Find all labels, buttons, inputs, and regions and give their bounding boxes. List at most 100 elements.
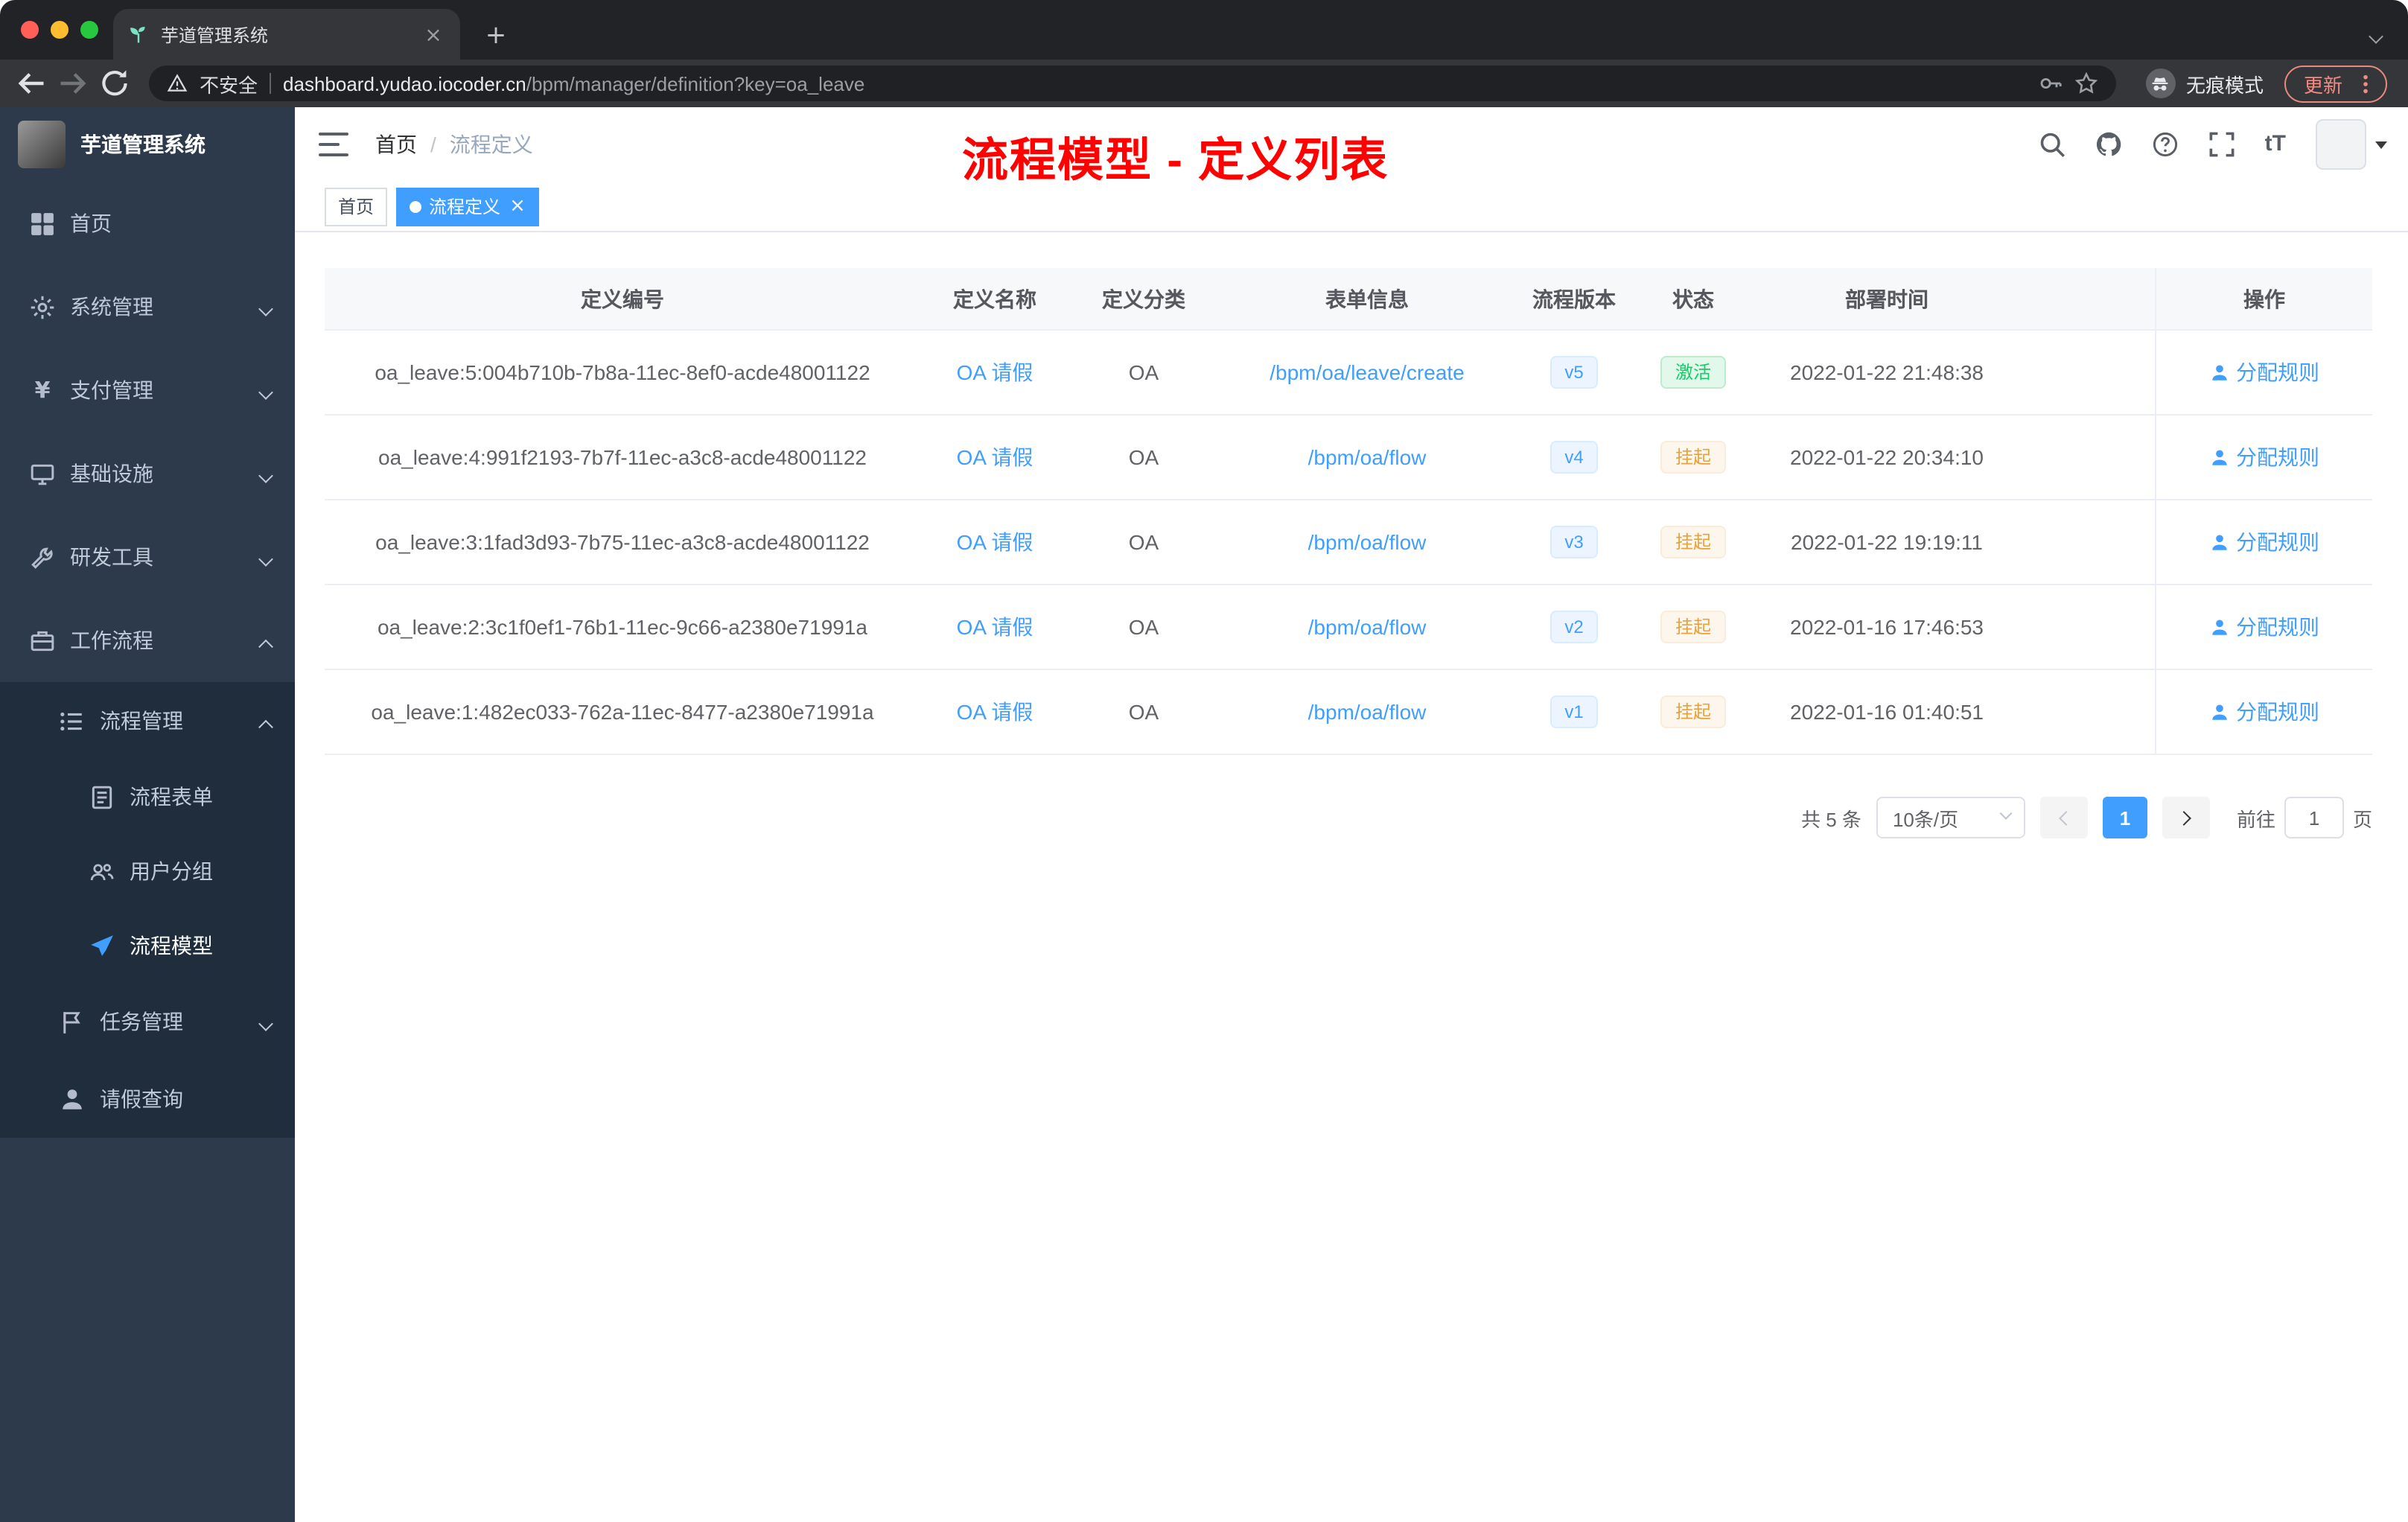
infra-icon [30, 461, 55, 486]
definition-name-link[interactable]: OA 请假 [957, 357, 1033, 387]
breadcrumb-home[interactable]: 首页 [375, 130, 417, 159]
sidebar-item-dev-tools[interactable]: 研发工具 [0, 515, 295, 599]
user-menu[interactable] [2316, 119, 2387, 170]
prev-page-button[interactable] [2039, 797, 2088, 838]
table-body: oa_leave:5:004b710b-7b8a-11ec-8ef0-acde4… [325, 331, 2372, 755]
form-link[interactable]: /bpm/oa/flow [1308, 530, 1427, 554]
status-badge: 挂起 [1660, 441, 1726, 474]
chevron-down-icon [258, 1010, 273, 1034]
sidebar: 芋道管理系统 首页 系统管理 ¥ 支付管理 基础设施 研发工具 工作流程 流程管… [0, 107, 295, 1522]
new-tab-button[interactable]: + [478, 18, 514, 54]
back-button[interactable] [15, 67, 48, 100]
security-warning-icon[interactable] [167, 73, 188, 94]
table-row: oa_leave:1:482ec033-762a-11ec-8477-a2380… [325, 670, 2372, 755]
definition-name-link[interactable]: OA 请假 [957, 527, 1033, 557]
sidebar-logo-row[interactable]: 芋道管理系统 [0, 107, 295, 182]
tab-title: 芋道管理系统 [161, 25, 269, 45]
cell-category: OA [1128, 615, 1159, 639]
url-text[interactable]: dashboard.yudao.iocoder.cn/bpm/manager/d… [283, 72, 2027, 95]
sidebar-item-process-mgmt[interactable]: 流程管理 [0, 682, 295, 760]
definition-name-link[interactable]: OA 请假 [957, 697, 1033, 727]
tab-close-icon[interactable]: × [421, 22, 445, 48]
chevron-down-icon [258, 378, 273, 402]
person-icon [2209, 617, 2229, 637]
assign-rule-link[interactable]: 分配规则 [2209, 527, 2319, 557]
sidebar-item-infrastructure[interactable]: 基础设施 [0, 432, 295, 515]
page-size-value: 10条/页 [1892, 808, 1959, 830]
sidebar-item-user-group[interactable]: 用户分组 [0, 834, 295, 908]
tags-view-bar: 首页 流程定义 × [295, 182, 2408, 232]
assign-rule-link[interactable]: 分配规则 [2209, 697, 2319, 727]
current-page-button[interactable]: 1 [2102, 797, 2147, 838]
col-actions: 操作 [2155, 268, 2372, 329]
sidebar-item-process-model[interactable]: 流程模型 [0, 908, 295, 983]
table-row: oa_leave:5:004b710b-7b8a-11ec-8ef0-acde4… [325, 331, 2372, 415]
sidebar-item-home[interactable]: 首页 [0, 182, 295, 265]
view-tag[interactable]: 流程定义 × [396, 187, 539, 226]
user-icon [60, 1086, 85, 1112]
view-tag[interactable]: 首页 [325, 187, 388, 226]
maximize-window-button[interactable] [80, 21, 98, 39]
sidebar-item-process-form[interactable]: 流程表单 [0, 760, 295, 834]
forward-button[interactable] [57, 67, 89, 100]
form-link[interactable]: /bpm/oa/flow [1308, 615, 1427, 639]
total-count-label: 共 5 条 [1801, 808, 1861, 830]
fullscreen-icon[interactable] [2208, 131, 2235, 158]
assign-rule-link[interactable]: 分配规则 [2209, 442, 2319, 472]
person-icon [2209, 448, 2229, 467]
tab-favicon [128, 24, 149, 45]
help-icon[interactable] [2152, 131, 2179, 158]
close-window-button[interactable] [21, 21, 39, 39]
col-form-info: 表单信息 [1325, 287, 1409, 311]
col-definition-name: 定义名称 [953, 287, 1036, 311]
sidebar-item-leave-query[interactable]: 请假查询 [0, 1060, 295, 1138]
table-row: oa_leave:2:3c1f0ef1-76b1-11ec-9c66-a2380… [325, 585, 2372, 670]
tag-close-icon[interactable]: × [509, 197, 526, 216]
browser-menu-icon[interactable] [2354, 72, 2377, 95]
update-chrome-button[interactable]: 更新 [2284, 65, 2387, 102]
password-key-icon[interactable] [2039, 71, 2063, 95]
version-badge: v5 [1549, 356, 1599, 389]
breadcrumb-separator: / [430, 133, 436, 156]
next-page-button[interactable] [2162, 797, 2210, 838]
assign-rule-link[interactable]: 分配规则 [2209, 612, 2319, 642]
form-link[interactable]: /bpm/oa/leave/create [1270, 360, 1465, 384]
security-label[interactable]: 不安全 [200, 69, 258, 98]
minimize-window-button[interactable] [51, 21, 69, 39]
form-link[interactable]: /bpm/oa/flow [1308, 700, 1427, 724]
sidebar-item-system[interactable]: 系统管理 [0, 265, 295, 348]
bookmark-star-icon[interactable] [2074, 71, 2098, 95]
col-version: 流程版本 [1532, 287, 1616, 311]
incognito-chip[interactable]: 无痕模式 [2145, 69, 2264, 98]
assign-rule-link[interactable]: 分配规则 [2209, 357, 2319, 387]
sidebar-item-payment[interactable]: ¥ 支付管理 [0, 348, 295, 432]
sidebar-item-task-mgmt[interactable]: 任务管理 [0, 983, 295, 1060]
page-size-select[interactable]: 10条/页 [1876, 797, 2025, 838]
window-controls [21, 21, 98, 39]
person-icon [2209, 702, 2229, 722]
tab-search-chevron-icon[interactable] [2369, 22, 2383, 49]
sidebar-item-workflow[interactable]: 工作流程 [0, 599, 295, 682]
app-root: 芋道管理系统 首页 系统管理 ¥ 支付管理 基础设施 研发工具 工作流程 流程管… [0, 107, 2408, 1522]
definition-name-link[interactable]: OA 请假 [957, 442, 1033, 472]
address-bar[interactable]: 不安全 dashboard.yudao.iocoder.cn/bpm/manag… [149, 66, 2116, 101]
definition-name-link[interactable]: OA 请假 [957, 612, 1033, 642]
browser-tab[interactable]: 芋道管理系统 × [113, 9, 460, 60]
definitions-table: 定义编号 定义名称 定义分类 表单信息 流程版本 状态 部署时间 操作 oa_l… [325, 268, 2372, 755]
sidebar-toggle-icon[interactable] [319, 133, 348, 156]
avatar[interactable] [2316, 119, 2366, 170]
chevron-down-icon [258, 295, 273, 319]
active-dot-icon [410, 200, 422, 212]
page-suffix-label: 页 [2352, 808, 2372, 830]
form-link[interactable]: /bpm/oa/flow [1308, 445, 1427, 469]
assign-rule-label: 分配规则 [2236, 530, 2319, 554]
font-size-icon[interactable]: tT [2265, 131, 2286, 158]
table-row: oa_leave:4:991f2193-7b7f-11ec-a3c8-acde4… [325, 415, 2372, 500]
version-badge: v1 [1549, 695, 1599, 728]
status-badge: 挂起 [1660, 526, 1726, 558]
github-icon[interactable] [2095, 131, 2122, 158]
search-icon[interactable] [2039, 131, 2065, 158]
cell-deploy-time: 2022-01-22 19:19:11 [1791, 530, 1983, 554]
reload-button[interactable] [98, 67, 131, 100]
goto-page-input[interactable] [2284, 797, 2344, 838]
